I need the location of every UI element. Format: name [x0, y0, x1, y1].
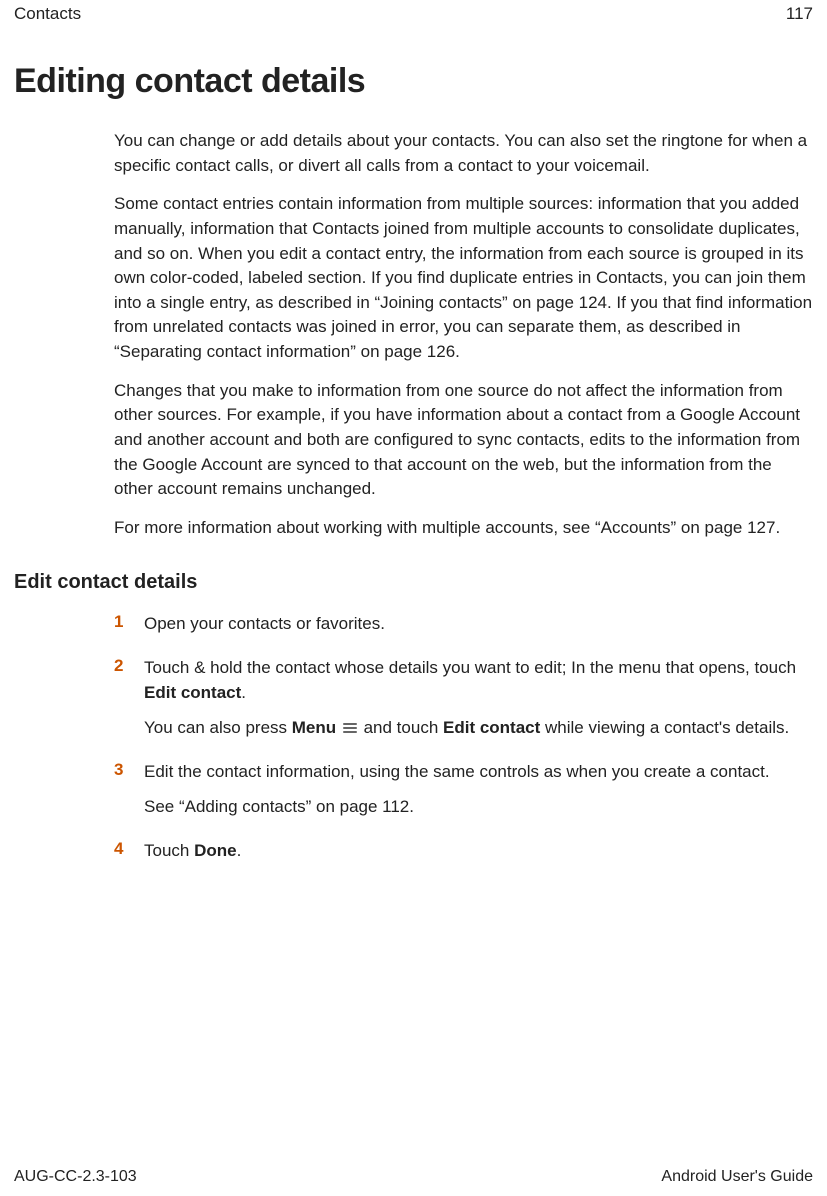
- footer-doc-id: AUG-CC-2.3-103: [14, 1168, 137, 1186]
- text-run: .: [241, 683, 246, 702]
- step-number: 2: [114, 656, 144, 750]
- bold-text: Done: [194, 841, 237, 860]
- intro-paragraph: You can change or add details about your…: [114, 129, 813, 178]
- intro-paragraph: For more information about working with …: [114, 516, 813, 541]
- step-number: 1: [114, 612, 144, 647]
- text-run: .: [237, 841, 242, 860]
- bold-text: Menu: [292, 718, 336, 737]
- intro-paragraph: Some contact entries contain information…: [114, 192, 813, 364]
- bold-text: Edit contact: [443, 718, 540, 737]
- page-header: Contacts 117: [0, 0, 827, 32]
- step-text: Touch & hold the contact whose details y…: [144, 656, 813, 705]
- step-text: Touch Done.: [144, 839, 813, 864]
- step-text: See “Adding contacts” on page 112.: [144, 795, 813, 820]
- step-item: 4 Touch Done.: [114, 839, 813, 874]
- page-title: Editing contact details: [14, 62, 813, 101]
- intro-paragraph: Changes that you make to information fro…: [114, 379, 813, 502]
- step-number: 3: [114, 760, 144, 829]
- header-page-number: 117: [786, 4, 813, 24]
- header-section: Contacts: [14, 4, 81, 24]
- step-text: You can also press Menu and touch Edit c…: [144, 716, 813, 741]
- step-item: 3 Edit the contact information, using th…: [114, 760, 813, 829]
- step-body: Open your contacts or favorites.: [144, 612, 813, 647]
- step-body: Touch Done.: [144, 839, 813, 874]
- step-text: Edit the contact information, using the …: [144, 760, 813, 785]
- section-subheading: Edit contact details: [14, 571, 813, 594]
- text-run: and touch: [359, 718, 443, 737]
- text-run: Touch: [144, 841, 194, 860]
- footer-guide-name: Android User's Guide: [661, 1168, 813, 1186]
- steps-list: 1 Open your contacts or favorites. 2 Tou…: [14, 612, 813, 874]
- page-footer: AUG-CC-2.3-103 Android User's Guide: [14, 1168, 813, 1186]
- text-run: Touch & hold the contact whose details y…: [144, 658, 796, 677]
- page-main: Editing contact details You can change o…: [0, 32, 827, 874]
- step-item: 1 Open your contacts or favorites.: [114, 612, 813, 647]
- step-number: 4: [114, 839, 144, 874]
- step-body: Edit the contact information, using the …: [144, 760, 813, 829]
- intro-block: You can change or add details about your…: [14, 129, 813, 541]
- bold-text: Edit contact: [144, 683, 241, 702]
- step-item: 2 Touch & hold the contact whose details…: [114, 656, 813, 750]
- menu-icon: [343, 721, 357, 735]
- step-text: Open your contacts or favorites.: [144, 612, 813, 637]
- text-run: You can also press: [144, 718, 292, 737]
- text-run: while viewing a contact's details.: [540, 718, 789, 737]
- step-body: Touch & hold the contact whose details y…: [144, 656, 813, 750]
